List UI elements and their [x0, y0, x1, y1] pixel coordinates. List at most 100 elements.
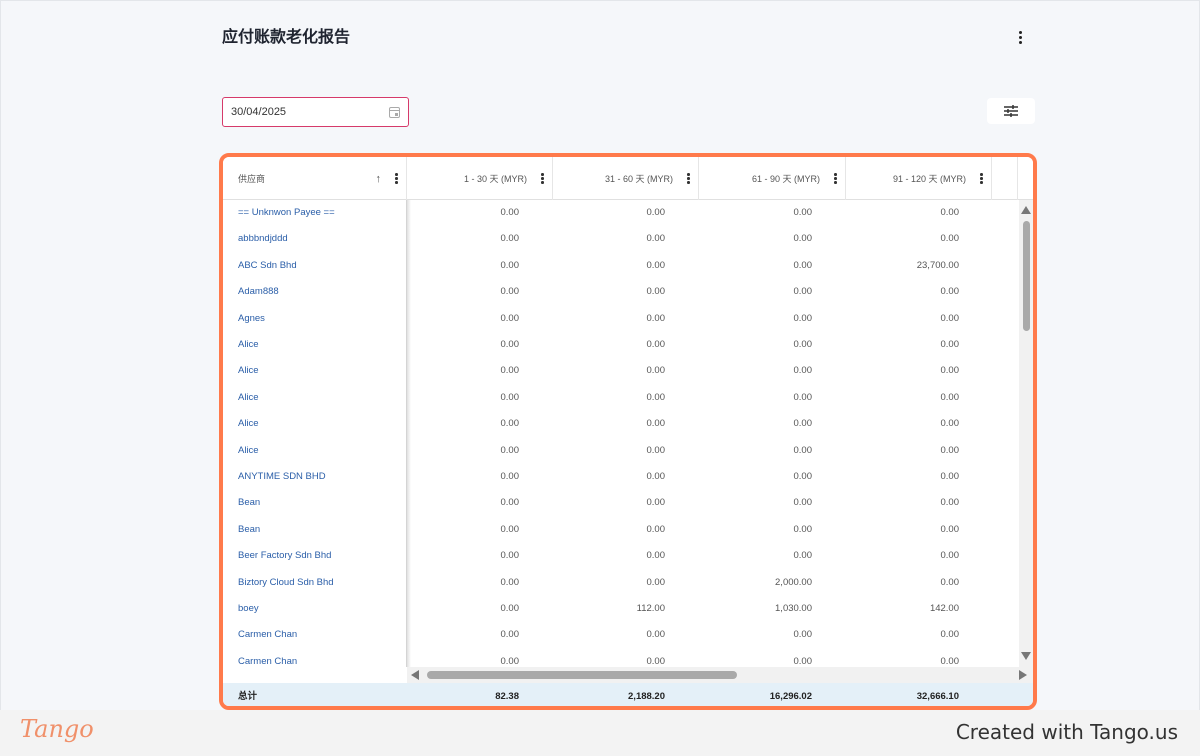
column-header-31-60[interactable]: 31 - 60 天 (MYR): [553, 157, 699, 200]
supplier-link[interactable]: Alice: [238, 332, 259, 358]
supplier-link[interactable]: Carmen Chan: [238, 649, 297, 667]
table-row[interactable]: boey 0.00 112.00 1,030.00 142.00: [223, 596, 1019, 622]
table-row[interactable]: Bean 0.00 0.00 0.00 0.00: [223, 517, 1019, 543]
amount-cell: 0.00: [940, 312, 960, 324]
tango-logo: Tango: [20, 715, 94, 743]
table-row[interactable]: Alice 0.00 0.00 0.00 0.00: [223, 385, 1019, 411]
amount-cell: 0.00: [500, 603, 520, 614]
amount-cell: 0.00: [646, 576, 666, 588]
amount-cell: 0.00: [940, 233, 960, 245]
amount-cell: 0.00: [793, 286, 813, 298]
supplier-link[interactable]: Agnes: [238, 306, 265, 332]
filter-settings-button[interactable]: [987, 98, 1035, 124]
supplier-link[interactable]: Bean: [238, 490, 260, 516]
table-row[interactable]: abbbndjddd 0.00 0.00 0.00 0.00: [223, 226, 1019, 252]
amount-cell: 0.00: [500, 576, 520, 588]
scroll-right-icon[interactable]: [1019, 670, 1027, 680]
column-menu-icon[interactable]: [834, 173, 837, 184]
amount-cell: 0.00: [940, 655, 960, 667]
table-row[interactable]: == Unknwon Payee == 0.00 0.00 0.00 0.00: [223, 200, 1019, 226]
scroll-up-icon[interactable]: [1021, 206, 1031, 214]
table-row[interactable]: ANYTIME SDN BHD 0.00 0.00 0.00 0.00: [223, 464, 1019, 490]
supplier-link[interactable]: Beer Factory Sdn Bhd: [238, 543, 331, 569]
amount-cell: 0.00: [500, 339, 520, 350]
vertical-scrollbar[interactable]: [1019, 200, 1033, 667]
supplier-link[interactable]: ABC Sdn Bhd: [238, 253, 297, 279]
amount-cell: 0.00: [646, 233, 666, 245]
amount-cell: 0.00: [940, 444, 960, 456]
column-label: 供应商: [238, 174, 266, 184]
amount-cell: 0.00: [646, 365, 666, 377]
supplier-link[interactable]: Bean: [238, 517, 260, 543]
amount-cell: 0.00: [793, 655, 813, 667]
tango-credit: Created with Tango.us: [955, 720, 1178, 744]
amount-cell: 0.00: [940, 207, 960, 218]
supplier-link[interactable]: Alice: [238, 438, 259, 464]
table-row[interactable]: Beer Factory Sdn Bhd 0.00 0.00 0.00 0.00: [223, 543, 1019, 569]
column-header-61-90[interactable]: 61 - 90 天 (MYR): [699, 157, 846, 200]
sort-ascending-icon[interactable]: ↑: [376, 173, 382, 185]
supplier-link[interactable]: boey: [238, 596, 259, 622]
supplier-link[interactable]: abbbndjddd: [238, 226, 288, 252]
table-row[interactable]: Alice 0.00 0.00 0.00 0.00: [223, 411, 1019, 437]
supplier-link[interactable]: Carmen Chan: [238, 622, 297, 648]
column-header-supplier[interactable]: 供应商 ↑: [223, 157, 407, 200]
amount-cell: 0.00: [646, 312, 666, 324]
app-window: 应付账款老化报告 30/04/2025 供应商 ↑ 1 - 30 天 (MYR)…: [0, 0, 1200, 710]
table-row[interactable]: Alice 0.00 0.00 0.00 0.00: [223, 438, 1019, 464]
grid-header: 供应商 ↑ 1 - 30 天 (MYR) 31 - 60 天 (MYR) 61 …: [223, 157, 1033, 200]
date-input[interactable]: 30/04/2025: [222, 97, 409, 127]
amount-cell: 0.00: [793, 497, 813, 509]
amount-cell: 0.00: [646, 207, 666, 218]
amount-cell: 0.00: [793, 418, 813, 430]
table-row[interactable]: Adam888 0.00 0.00 0.00 0.00: [223, 279, 1019, 305]
amount-cell: 0.00: [500, 629, 520, 641]
horizontal-scrollbar[interactable]: [407, 667, 1033, 683]
supplier-link[interactable]: Adam888: [238, 279, 279, 305]
column-menu-icon[interactable]: [541, 173, 544, 184]
supplier-link[interactable]: Biztory Cloud Sdn Bhd: [238, 570, 334, 596]
amount-cell: 0.00: [646, 471, 666, 482]
amount-cell: 0.00: [646, 523, 666, 535]
column-label: 1 - 30 天 (MYR): [463, 174, 527, 184]
amount-cell: 0.00: [646, 444, 666, 456]
table-row[interactable]: Bean 0.00 0.00 0.00 0.00: [223, 490, 1019, 516]
supplier-link[interactable]: ANYTIME SDN BHD: [238, 464, 326, 490]
amount-cell: 0.00: [793, 471, 813, 482]
column-label: 31 - 60 天 (MYR): [604, 174, 673, 184]
table-row[interactable]: Alice 0.00 0.00 0.00 0.00: [223, 332, 1019, 358]
totals-label: 总计: [238, 691, 258, 702]
supplier-link[interactable]: == Unknwon Payee ==: [238, 200, 335, 226]
amount-cell: 0.00: [940, 339, 960, 350]
column-header-1-30[interactable]: 1 - 30 天 (MYR): [407, 157, 553, 200]
table-row[interactable]: Alice 0.00 0.00 0.00 0.00: [223, 358, 1019, 384]
amount-cell: 0.00: [793, 629, 813, 641]
supplier-link[interactable]: Alice: [238, 385, 259, 411]
amount-cell: 0.00: [500, 365, 520, 377]
column-label: 91 - 120 天 (MYR): [892, 174, 966, 184]
more-options-icon[interactable]: [1012, 27, 1028, 47]
table-row[interactable]: ABC Sdn Bhd 0.00 0.00 0.00 23,700.00: [223, 253, 1019, 279]
amount-cell: 142.00: [929, 603, 959, 614]
table-row[interactable]: Carmen Chan 0.00 0.00 0.00 0.00: [223, 622, 1019, 648]
column-menu-icon[interactable]: [395, 173, 398, 184]
column-header-91-120[interactable]: 91 - 120 天 (MYR): [846, 157, 992, 200]
aging-report-grid: 供应商 ↑ 1 - 30 天 (MYR) 31 - 60 天 (MYR) 61 …: [219, 153, 1037, 710]
page-title: 应付账款老化报告: [222, 27, 351, 46]
table-row[interactable]: Agnes 0.00 0.00 0.00 0.00: [223, 306, 1019, 332]
scroll-down-icon[interactable]: [1021, 652, 1031, 660]
column-menu-icon[interactable]: [980, 173, 983, 184]
calendar-icon[interactable]: [389, 106, 400, 118]
amount-cell: 23,700.00: [916, 259, 959, 271]
vertical-scroll-thumb[interactable]: [1023, 221, 1030, 331]
amount-cell: 0.00: [793, 259, 813, 271]
scroll-left-icon[interactable]: [411, 670, 419, 680]
horizontal-scroll-thumb[interactable]: [427, 671, 737, 679]
column-menu-icon[interactable]: [687, 173, 690, 184]
table-row[interactable]: Biztory Cloud Sdn Bhd 0.00 0.00 2,000.00 0.0…: [223, 570, 1019, 596]
table-row[interactable]: Carmen Chan 0.00 0.00 0.00 0.00: [223, 649, 1019, 667]
amount-cell: 0.00: [793, 550, 813, 562]
amount-cell: 0.00: [646, 418, 666, 430]
supplier-link[interactable]: Alice: [238, 411, 259, 437]
supplier-link[interactable]: Alice: [238, 358, 259, 384]
